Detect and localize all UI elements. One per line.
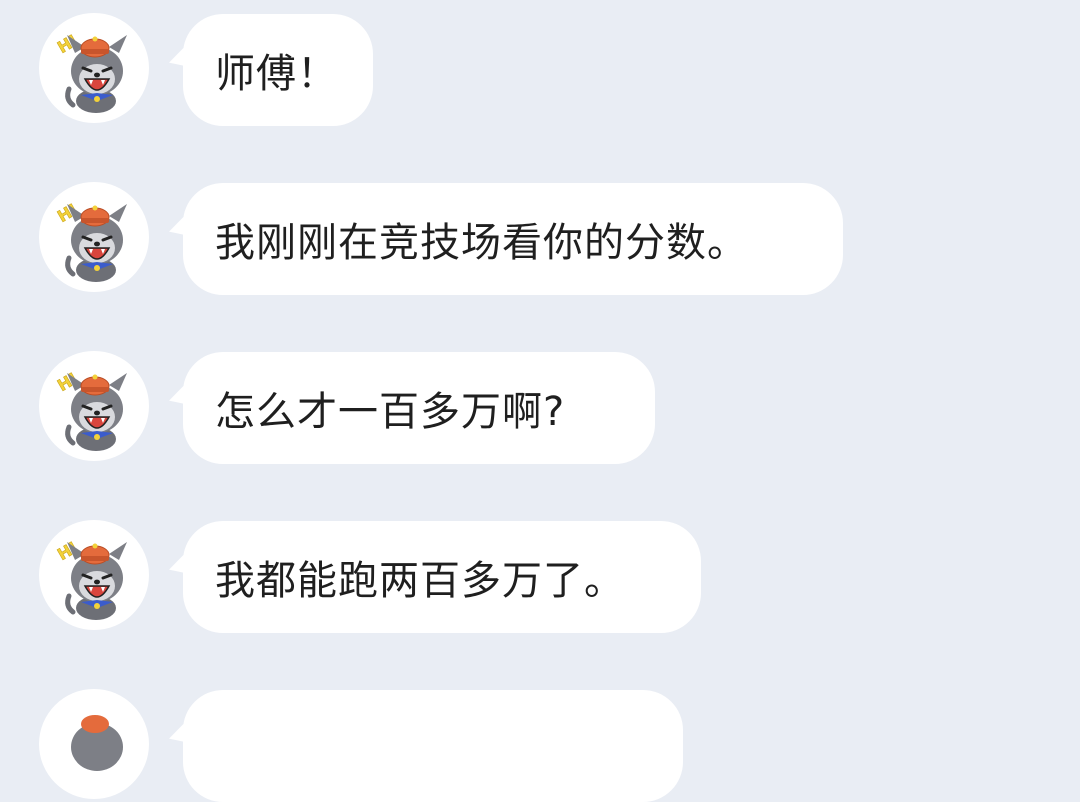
chat-message-list: HI 师傅！ HI 我刚刚在竞技场看你的分数。 HI 怎么才一百多万啊? HI … bbox=[0, 0, 1080, 802]
chat-message: HI 怎么才一百多万啊? bbox=[0, 338, 1080, 464]
message-text: 我刚刚在竞技场看你的分数。 bbox=[215, 220, 748, 266]
chat-message: HI 我都能跑两百多万了。 bbox=[0, 507, 1080, 633]
grey-wolf-avatar-icon: HI bbox=[54, 369, 127, 451]
avatar[interactable]: HI bbox=[39, 351, 149, 461]
chat-message: HI 我刚刚在竞技场看你的分数。 bbox=[0, 169, 1080, 295]
avatar[interactable]: HI bbox=[39, 520, 149, 630]
chat-message bbox=[0, 676, 1080, 802]
grey-wolf-avatar-icon: HI bbox=[54, 200, 127, 282]
message-bubble[interactable] bbox=[183, 690, 683, 802]
message-text: 师傅！ bbox=[215, 51, 338, 97]
avatar[interactable]: HI bbox=[39, 182, 149, 292]
avatar[interactable]: HI bbox=[39, 13, 149, 123]
grey-wolf-avatar-icon: HI bbox=[54, 31, 127, 113]
message-text: 怎么才一百多万啊? bbox=[215, 389, 566, 435]
message-bubble[interactable]: 师傅！ bbox=[183, 14, 373, 126]
message-bubble[interactable]: 怎么才一百多万啊? bbox=[183, 352, 655, 464]
grey-wolf-avatar-icon bbox=[71, 715, 123, 771]
avatar[interactable] bbox=[39, 689, 149, 799]
message-bubble[interactable]: 我刚刚在竞技场看你的分数。 bbox=[183, 183, 843, 295]
grey-wolf-avatar-icon: HI bbox=[54, 538, 127, 620]
message-text: 我都能跑两百多万了。 bbox=[215, 558, 625, 604]
chat-message: HI 师傅！ bbox=[0, 0, 1080, 126]
message-bubble[interactable]: 我都能跑两百多万了。 bbox=[183, 521, 701, 633]
